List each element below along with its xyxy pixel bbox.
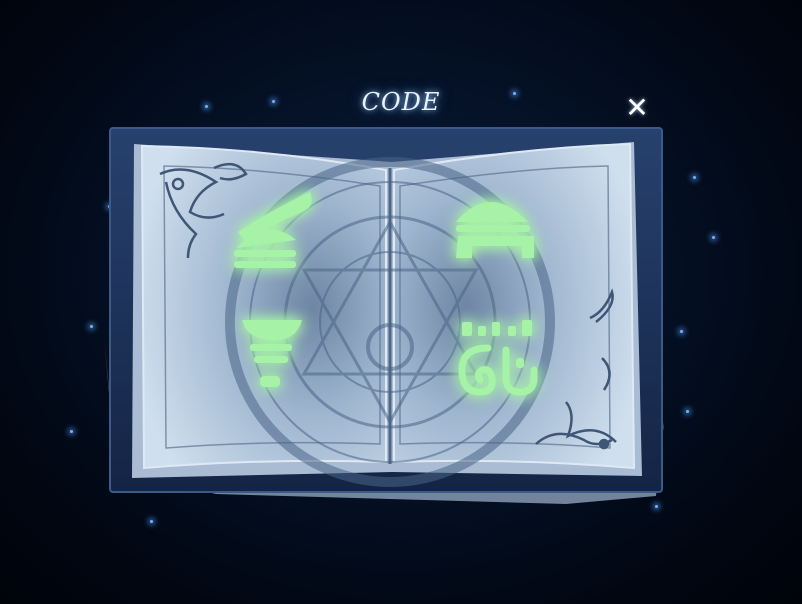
sparkle: [686, 410, 689, 413]
sparkle: [712, 236, 715, 239]
screen-title: CODE: [361, 88, 441, 116]
sparkle: [70, 430, 73, 433]
sparkle: [693, 176, 696, 179]
sparkle: [680, 330, 683, 333]
sparkle: [150, 520, 153, 523]
close-icon[interactable]: ✕: [622, 93, 652, 123]
code-book: [96, 122, 676, 514]
sparkle: [90, 325, 93, 328]
